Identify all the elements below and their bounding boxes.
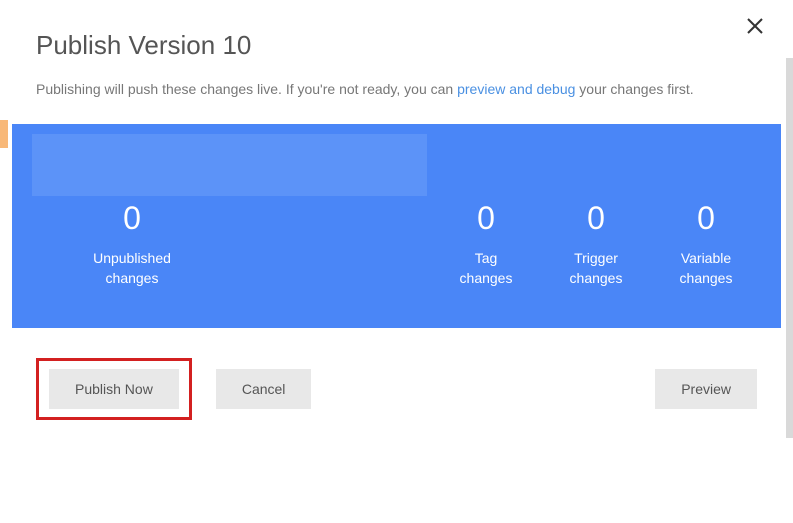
stats-row: 0 Unpublished changes 0 Tag changes 0 Tr… [32,200,761,288]
stat-label: Variable changes [651,249,761,288]
stat-value: 0 [541,200,651,237]
stat-value: 0 [431,200,541,237]
stat-value: 0 [651,200,761,237]
publish-highlight: Publish Now [36,358,192,420]
background-accent [0,120,8,148]
stat-label: Unpublished changes [32,249,232,288]
redacted-region [32,134,427,196]
preview-debug-link[interactable]: preview and debug [457,81,575,97]
close-icon [746,17,764,35]
dialog-title: Publish Version 10 [12,0,781,79]
publish-dialog: Publish Version 10 Publishing will push … [12,0,781,523]
stat-tag: 0 Tag changes [431,200,541,288]
stats-panel: 0 Unpublished changes 0 Tag changes 0 Tr… [12,124,781,328]
dialog-description: Publishing will push these changes live.… [12,79,781,124]
stat-label: Tag changes [431,249,541,288]
button-bar: Publish Now Cancel Preview [12,328,781,440]
description-text-post: your changes first. [575,81,693,97]
preview-button[interactable]: Preview [655,369,757,409]
stat-unpublished: 0 Unpublished changes [32,200,232,288]
stat-variable: 0 Variable changes [651,200,761,288]
description-text-pre: Publishing will push these changes live.… [36,81,457,97]
stat-trigger: 0 Trigger changes [541,200,651,288]
spacer [232,200,431,288]
close-button[interactable] [743,14,767,38]
cancel-button[interactable]: Cancel [216,369,312,409]
scrollbar[interactable] [786,58,793,438]
stat-label: Trigger changes [541,249,651,288]
stat-value: 0 [32,200,232,237]
publish-now-button[interactable]: Publish Now [49,369,179,409]
